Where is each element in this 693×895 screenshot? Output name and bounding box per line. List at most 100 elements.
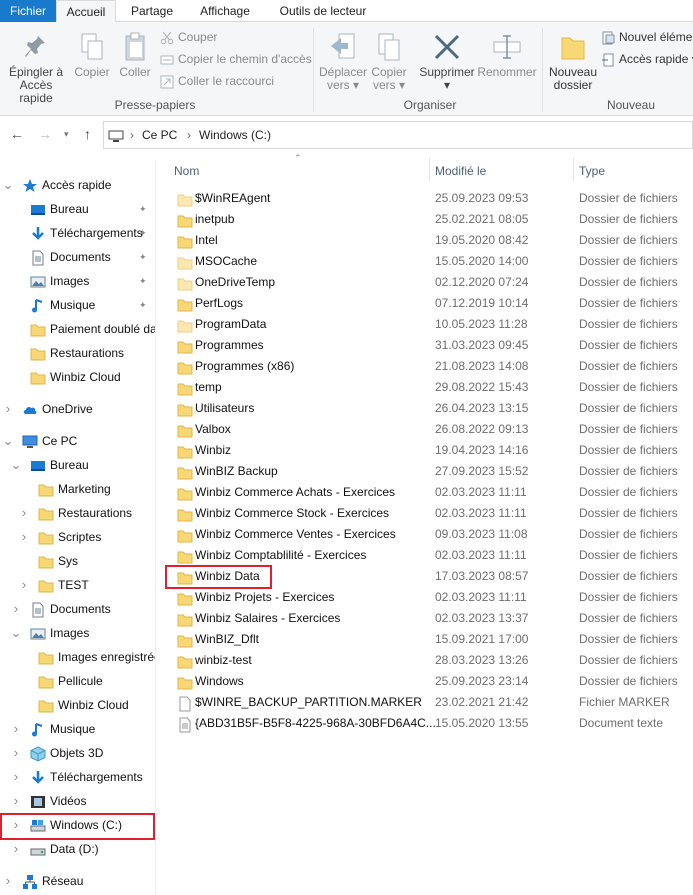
chevron-right-icon[interactable]: › — [18, 501, 30, 525]
nav-item-bureau[interactable]: Bureau ✦ — [0, 197, 155, 221]
new-item-button[interactable]: Nouvel élémen — [601, 28, 693, 46]
nav-item-scriptes[interactable]: › Scriptes — [0, 525, 155, 549]
nav-item-winbiz-cloud[interactable]: Winbiz Cloud — [0, 365, 155, 389]
nav-item-onedrive[interactable]: › OneDrive — [0, 397, 155, 421]
file-row[interactable]: Winbiz Projets - Exercices 02.03.2023 11:… — [165, 587, 693, 608]
tab-fichier[interactable]: Fichier — [0, 0, 56, 22]
nav-item-bureau[interactable]: ⌄ Bureau — [0, 453, 155, 477]
copy-button[interactable]: Copier — [72, 32, 112, 79]
file-row[interactable]: $WinREAgent 25.09.2023 09:53 Dossier de fi… — [165, 188, 693, 209]
nav-item-ce-pc[interactable]: ⌄ Ce PC — [0, 429, 155, 453]
move-to-button[interactable]: Déplacer vers ▾ — [318, 32, 368, 92]
nav-item-documents[interactable]: › Documents — [0, 597, 155, 621]
forward-arrow-icon[interactable]: → — [38, 126, 52, 142]
breadcrumb-ce-pc[interactable]: Ce PC — [142, 128, 177, 142]
tab-partage[interactable]: Partage — [122, 0, 182, 22]
file-row[interactable]: Programmes 31.03.2023 09:45 Dossier de fic… — [165, 335, 693, 356]
nav-item-téléchargements[interactable]: Téléchargements ✦ — [0, 221, 155, 245]
up-arrow-icon[interactable]: ↑ — [84, 126, 91, 142]
chevron-right-icon[interactable]: › — [10, 717, 22, 741]
easy-access-button[interactable]: Accès rapide ▾ — [601, 50, 693, 68]
nav-item-images[interactable]: ⌄ Images — [0, 621, 155, 645]
pin-icon[interactable]: ✦ — [139, 197, 147, 221]
pin-icon[interactable]: ✦ — [139, 221, 147, 245]
file-row[interactable]: ProgramData 10.05.2023 11:28 Dossier de fi… — [165, 314, 693, 335]
file-row[interactable]: Winbiz Comptablilité - Exercices 02.03.20… — [165, 545, 693, 566]
column-divider[interactable] — [573, 158, 574, 182]
chevron-down-icon[interactable]: ⌄ — [2, 429, 14, 453]
file-row[interactable]: inetpub 25.02.2021 08:05 Dossier de fichie… — [165, 209, 693, 230]
cut-button[interactable]: Couper — [160, 28, 217, 46]
file-row[interactable]: WinBIZ_Dflt 15.09.2021 17:00 Dossier de fi… — [165, 629, 693, 650]
nav-item-marketing[interactable]: Marketing — [0, 477, 155, 501]
nav-item-objets-3d[interactable]: › Objets 3D — [0, 741, 155, 765]
file-row[interactable]: WinBIZ Backup 27.09.2023 15:52 Dossier de … — [165, 461, 693, 482]
nav-item-images-enregistrée[interactable]: Images enregistrée — [0, 645, 155, 669]
nav-item-restaurations[interactable]: › Restaurations — [0, 501, 155, 525]
column-header-modified[interactable]: Modifié le — [435, 160, 565, 182]
nav-item-pellicule[interactable]: Pellicule — [0, 669, 155, 693]
file-row[interactable]: temp 29.08.2022 15:43 Dossier de fichiers — [165, 377, 693, 398]
tab-outils-de-lecteur[interactable]: Outils de lecteur — [268, 0, 378, 22]
chevron-right-icon[interactable]: › — [2, 397, 14, 421]
tab-affichage[interactable]: Affichage — [190, 0, 260, 22]
nav-item-data-d[interactable]: › Data (D:) — [0, 837, 155, 861]
file-row[interactable]: Winbiz Commerce Stock - Exercices 02.03.2… — [165, 503, 693, 524]
copy-to-button[interactable]: Copier vers ▾ — [368, 32, 410, 92]
file-row[interactable]: MSOCache 15.05.2020 14:00 Dossier de fichi… — [165, 251, 693, 272]
address-bar[interactable]: › Ce PC › Windows (C:) — [103, 121, 693, 149]
nav-item-sys[interactable]: Sys — [0, 549, 155, 573]
nav-item-téléchargements[interactable]: › Téléchargements — [0, 765, 155, 789]
file-row[interactable]: Winbiz Commerce Achats - Exercices 02.03.… — [165, 482, 693, 503]
paste-button[interactable]: Coller — [115, 32, 155, 79]
nav-item-réseau[interactable]: › Réseau — [0, 869, 155, 893]
chevron-right-icon[interactable]: › — [10, 765, 22, 789]
pin-icon[interactable]: ✦ — [139, 245, 147, 269]
file-row[interactable]: Winbiz 19.04.2023 14:16 Dossier de fichier… — [165, 440, 693, 461]
file-row[interactable]: {ABD31B5F-B5F8-4225-968A-30BFD6A4C... 15.… — [165, 713, 693, 734]
chevron-right-icon[interactable]: › — [18, 525, 30, 549]
column-divider[interactable] — [429, 158, 430, 182]
chevron-down-icon[interactable]: ⌄ — [10, 621, 22, 645]
recent-chevron-icon[interactable]: ▾ — [64, 129, 69, 140]
nav-item-restaurations[interactable]: Restaurations — [0, 341, 155, 365]
column-header-name[interactable]: Nom — [174, 160, 424, 182]
back-arrow-icon[interactable]: ← — [10, 126, 24, 142]
pin-quick-access-button[interactable]: Épingler à Accès rapide — [2, 34, 70, 105]
nav-item-images[interactable]: Images ✦ — [0, 269, 155, 293]
chevron-down-icon[interactable]: ⌄ — [10, 453, 22, 477]
file-row[interactable]: Intel 19.05.2020 08:42 Dossier de fichiers — [165, 230, 693, 251]
pin-icon[interactable]: ✦ — [139, 293, 147, 317]
nav-item-musique[interactable]: › Musique — [0, 717, 155, 741]
column-header-type[interactable]: Type — [579, 160, 689, 182]
chevron-right-icon[interactable]: › — [2, 869, 14, 893]
chevron-right-icon[interactable]: › — [10, 597, 22, 621]
file-row[interactable]: PerfLogs 07.12.2019 10:14 Dossier de fichi… — [165, 293, 693, 314]
nav-item-musique[interactable]: Musique ✦ — [0, 293, 155, 317]
breadcrumb-windows-c[interactable]: Windows (C:) — [199, 128, 271, 142]
file-row[interactable]: Programmes (x86) 21.08.2023 14:08 Dossier … — [165, 356, 693, 377]
nav-item-paiement-doublé-da[interactable]: Paiement doublé da — [0, 317, 155, 341]
file-row[interactable]: Winbiz Commerce Ventes - Exercices 09.03.… — [165, 524, 693, 545]
rename-button[interactable]: Renommer — [477, 32, 537, 79]
paste-shortcut-button[interactable]: Coller le raccourci — [160, 72, 274, 90]
chevron-right-icon[interactable]: › — [10, 789, 22, 813]
file-row[interactable]: $WINRE_BACKUP_PARTITION.MARKER 23.02.2021… — [165, 692, 693, 713]
chevron-right-icon[interactable]: › — [10, 837, 22, 861]
chevron-right-icon[interactable]: › — [10, 741, 22, 765]
delete-button[interactable]: Supprimer ▾ — [417, 32, 477, 92]
nav-item-test[interactable]: › TEST — [0, 573, 155, 597]
copy-path-button[interactable]: Copier le chemin d'accès — [160, 50, 312, 68]
nav-item-winbiz-cloud[interactable]: Winbiz Cloud — [0, 693, 155, 717]
nav-item-documents[interactable]: Documents ✦ — [0, 245, 155, 269]
file-row[interactable]: winbiz-test 28.03.2023 13:26 Dossier de fi… — [165, 650, 693, 671]
nav-item-accès-rapide[interactable]: ⌄ Accès rapide — [0, 173, 155, 197]
chevron-right-icon[interactable]: › — [18, 573, 30, 597]
pin-icon[interactable]: ✦ — [139, 269, 147, 293]
file-row[interactable]: Winbiz Salaires - Exercices 02.03.2023 13… — [165, 608, 693, 629]
nav-item-vidéos[interactable]: › Vidéos — [0, 789, 155, 813]
new-folder-button[interactable]: Nouveau dossier — [546, 32, 600, 92]
chevron-down-icon[interactable]: ⌄ — [2, 173, 14, 197]
file-row[interactable]: OneDriveTemp 02.12.2020 07:24 Dossier de f… — [165, 272, 693, 293]
file-row[interactable]: Valbox 26.08.2022 09:13 Dossier de fichier… — [165, 419, 693, 440]
